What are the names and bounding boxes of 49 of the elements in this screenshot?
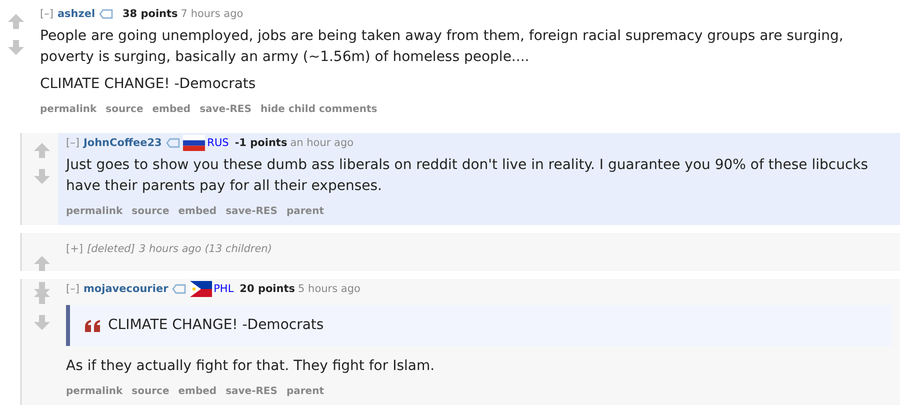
comment-text: Just goes to show you these dumb ass liberals on reddit don't live in reality. I guarantee you 90% of these libcucks have their parents pay for all their expenses. xyxy=(66,156,870,196)
downvote-arrow-icon[interactable] xyxy=(34,169,50,184)
action-link[interactable]: permalink xyxy=(66,204,123,220)
action-link[interactable]: permalink xyxy=(40,102,97,117)
comment-text: CLIMATE CHANGE! -Democrats xyxy=(40,75,257,94)
collapse-toggle[interactable]: [–] xyxy=(40,8,54,20)
upvote-arrow-icon[interactable] xyxy=(34,143,50,158)
timestamp: 5 hours ago xyxy=(298,283,360,296)
downvote-arrow-icon[interactable] xyxy=(34,315,50,330)
action-link[interactable]: parent xyxy=(286,384,324,400)
collapse-toggle[interactable]: [+] xyxy=(66,243,83,256)
action-link[interactable]: hide child comments xyxy=(260,102,378,117)
action-link[interactable]: save-RES xyxy=(226,204,278,220)
author-link[interactable]: JohnCoffee23 xyxy=(83,137,162,149)
author-link[interactable]: ashzel xyxy=(57,8,96,20)
timestamp: 7 hours ago xyxy=(180,8,244,20)
collapse-toggle[interactable]: [–] xyxy=(66,283,80,296)
collapse-toggle[interactable]: [–] xyxy=(66,137,80,149)
action-link[interactable]: embed xyxy=(152,102,191,117)
action-link[interactable]: source xyxy=(132,204,170,220)
tag-icon[interactable] xyxy=(99,9,114,20)
author-link[interactable]: mojavecourier xyxy=(83,283,168,296)
action-link[interactable]: save-RES xyxy=(200,102,252,117)
quote-text: CLIMATE CHANGE! -Democrats xyxy=(108,316,324,336)
upvote-arrow-icon[interactable] xyxy=(34,256,50,272)
quote-icon xyxy=(84,320,102,332)
author-link[interactable]: [deleted] xyxy=(87,243,135,256)
points-score: 20 points xyxy=(240,283,296,296)
action-link[interactable]: permalink xyxy=(66,384,123,400)
action-link[interactable]: save-RES xyxy=(226,384,278,400)
points-score: 38 points xyxy=(122,8,178,20)
action-link[interactable]: embed xyxy=(178,384,217,400)
country-code: RUS xyxy=(207,137,229,149)
tag-icon[interactable] xyxy=(172,284,186,294)
points-score: -1 points xyxy=(234,137,288,149)
flag-icon xyxy=(183,135,206,152)
downvote-arrow-icon[interactable] xyxy=(8,40,24,56)
timestamp: 3 hours ago xyxy=(138,243,202,256)
action-link[interactable]: source xyxy=(132,384,170,400)
comment-text: People are going unemployed, jobs are being taken away from them, foreign racial supremacy groups are surging, poverty is surging, basically an army (~1.56m) of homeless people.... xyxy=(40,27,844,67)
timestamp: an hour ago xyxy=(290,137,354,149)
action-link[interactable]: embed xyxy=(178,204,217,220)
country-code: PHL xyxy=(214,283,234,296)
child-count: (13 children) xyxy=(204,243,272,256)
comment-text: As if they actually fight for that. They fight for Islam. xyxy=(66,357,436,376)
tag-icon[interactable] xyxy=(166,138,180,148)
action-link[interactable]: parent xyxy=(286,204,324,220)
action-link[interactable]: source xyxy=(106,102,144,117)
upvote-arrow-icon[interactable] xyxy=(8,14,24,30)
